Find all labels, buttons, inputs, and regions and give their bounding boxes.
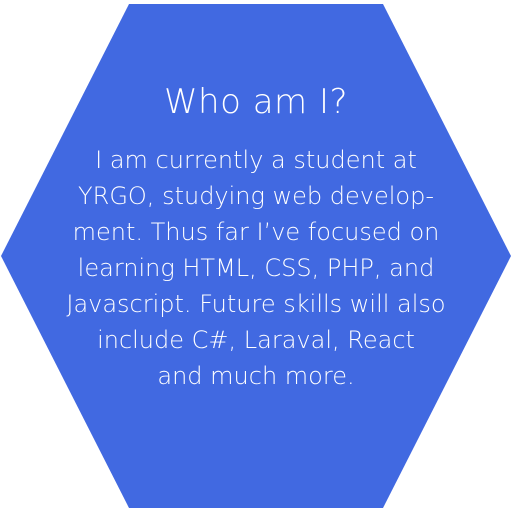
- body-line: Javascript. Future skills will also: [66, 290, 446, 318]
- body-line: ment. Thus far I’ve focused on: [72, 218, 440, 246]
- about-section: Who am I? I am currently a student at YR…: [0, 0, 512, 512]
- body-line: and much more.: [157, 362, 355, 390]
- body-line: I am currently a student at: [95, 146, 417, 174]
- body-line: learning HTML, CSS, PHP, and: [77, 254, 435, 282]
- card-body: I am currently a student at YRGO, studyi…: [60, 142, 452, 394]
- body-line: YRGO, studying web develop-: [77, 182, 435, 210]
- card-content: Who am I? I am currently a student at YR…: [60, 80, 452, 394]
- body-line: include C#, Laraval, React: [97, 326, 415, 354]
- card-title: Who am I?: [163, 82, 349, 122]
